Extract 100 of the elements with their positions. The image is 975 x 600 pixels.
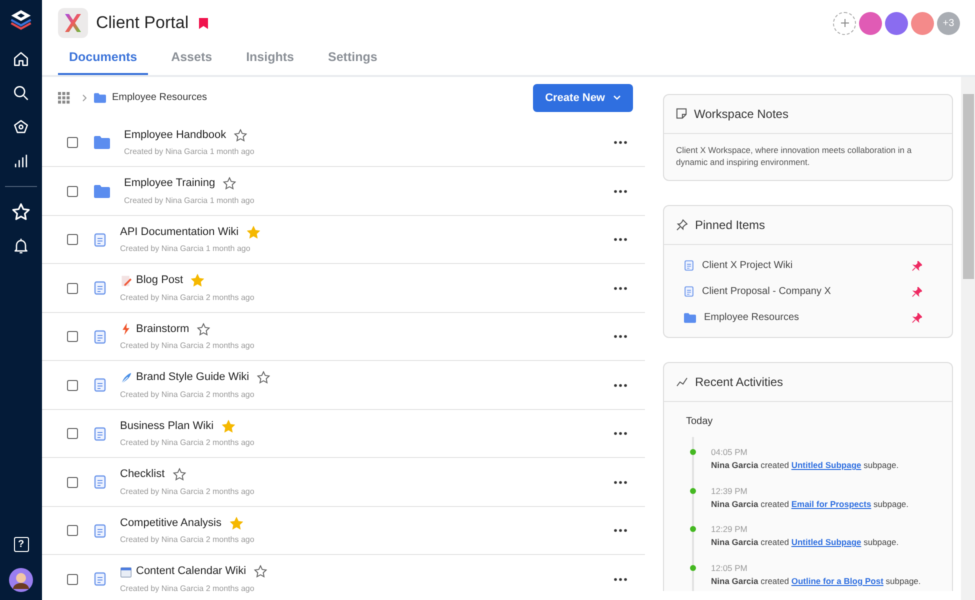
panel-title: Recent Activities bbox=[695, 374, 784, 392]
tab[interactable]: Documents bbox=[58, 42, 148, 75]
document-icon bbox=[94, 378, 106, 392]
star-icon[interactable] bbox=[254, 565, 268, 578]
more-options-icon[interactable] bbox=[614, 384, 627, 386]
more-options-icon[interactable] bbox=[614, 432, 627, 435]
document-meta: Created by Nina Garcia 1 month ago bbox=[120, 243, 252, 256]
pinned-item-link[interactable]: Client X Project Wiki bbox=[702, 258, 793, 274]
document-meta: Created by Nina Garcia 2 months ago bbox=[120, 437, 254, 450]
star-icon[interactable] bbox=[191, 274, 204, 287]
activity-text: Nina Garcia created Untitled Subpage subpage. bbox=[711, 536, 900, 549]
checkbox[interactable] bbox=[67, 380, 78, 390]
bookmark-icon[interactable] bbox=[198, 18, 208, 28]
subpage-link[interactable]: Untitled Subpage bbox=[791, 537, 862, 548]
checkbox[interactable] bbox=[67, 234, 78, 245]
search-icon[interactable] bbox=[12, 84, 30, 102]
star-icon[interactable] bbox=[246, 226, 260, 238]
note-icon bbox=[676, 108, 687, 120]
add-member-button[interactable] bbox=[833, 12, 856, 34]
document-meta: Created by Nina Garcia 2 months ago bbox=[120, 582, 256, 595]
network-icon[interactable] bbox=[12, 118, 30, 136]
checkbox[interactable] bbox=[67, 282, 78, 294]
document-meta: Created by Nina Garcia 2 months ago bbox=[120, 292, 254, 304]
more-options-icon[interactable] bbox=[614, 335, 627, 338]
star-icon[interactable] bbox=[257, 371, 270, 384]
more-options-icon[interactable] bbox=[614, 286, 627, 290]
star-icon[interactable] bbox=[234, 128, 248, 142]
checkbox[interactable] bbox=[67, 331, 78, 342]
document-meta: Created by Nina Garcia 2 months ago bbox=[120, 340, 254, 352]
lightning-bolt-icon bbox=[120, 323, 132, 335]
activity-line-icon bbox=[676, 377, 688, 388]
subpage-link[interactable]: Email for Prospects bbox=[791, 498, 872, 509]
help-button[interactable]: ? bbox=[14, 537, 28, 552]
checkbox[interactable] bbox=[67, 428, 78, 439]
document-title[interactable]: Competitive Analysis bbox=[120, 514, 222, 532]
checkbox[interactable] bbox=[67, 137, 78, 148]
document-icon bbox=[94, 475, 106, 489]
star-icon[interactable] bbox=[172, 468, 186, 481]
more-options-icon[interactable] bbox=[614, 238, 627, 241]
document-icon bbox=[94, 426, 106, 440]
x-letter-drawing bbox=[64, 13, 82, 33]
pushpin-icon[interactable] bbox=[912, 312, 922, 323]
pushpin-icon bbox=[676, 219, 688, 232]
bell-icon[interactable] bbox=[12, 237, 30, 255]
memo-pencil-icon bbox=[120, 274, 132, 286]
create-new-button[interactable]: Create New bbox=[533, 84, 633, 112]
document-meta: Created by Nina Garcia 2 months ago bbox=[120, 534, 254, 546]
pushpin-icon[interactable] bbox=[912, 260, 922, 271]
checkbox[interactable] bbox=[67, 525, 78, 536]
member-avatar[interactable] bbox=[859, 12, 882, 34]
checkbox[interactable] bbox=[67, 186, 78, 196]
document-title[interactable]: API Documentation Wiki bbox=[120, 224, 239, 240]
breadcrumb-link[interactable]: Employee Resources bbox=[112, 90, 208, 106]
user-avatar[interactable] bbox=[9, 568, 33, 592]
document-title[interactable]: Brainstorm bbox=[136, 320, 190, 338]
scrollbar[interactable] bbox=[961, 76, 975, 600]
grid-icon[interactable] bbox=[58, 92, 70, 104]
checkbox[interactable] bbox=[67, 574, 78, 584]
more-options-icon[interactable] bbox=[614, 190, 627, 192]
subpage-link[interactable]: Outline for a Blog Post bbox=[791, 576, 884, 586]
more-options-icon[interactable] bbox=[614, 480, 627, 484]
document-title[interactable]: Blog Post bbox=[136, 272, 184, 289]
activity-text: Nina Garcia created Untitled Subpage subpage. bbox=[711, 459, 900, 472]
star-icon[interactable] bbox=[222, 420, 235, 432]
more-options-icon[interactable] bbox=[614, 141, 627, 144]
subpage-link[interactable]: Untitled Subpage bbox=[791, 460, 862, 470]
star-icon[interactable] bbox=[223, 177, 236, 190]
document-title[interactable]: Employee Training bbox=[124, 175, 216, 192]
folder-icon bbox=[94, 136, 110, 149]
plus-icon bbox=[840, 19, 848, 27]
pushpin-icon[interactable] bbox=[912, 286, 922, 297]
chevron-down-icon bbox=[613, 95, 621, 100]
document-icon bbox=[684, 286, 694, 298]
document-title[interactable]: Checklist bbox=[120, 466, 165, 483]
more-options-icon[interactable] bbox=[614, 578, 627, 580]
day-heading: Today bbox=[686, 415, 714, 430]
home-icon[interactable] bbox=[12, 50, 30, 68]
document-icon bbox=[94, 572, 106, 586]
document-title[interactable]: Content Calendar Wiki bbox=[136, 563, 246, 580]
activity-time: 12:29 PM bbox=[711, 523, 748, 536]
bar-chart-icon[interactable] bbox=[12, 152, 30, 170]
more-options-icon[interactable] bbox=[614, 529, 627, 532]
panel-title: Pinned Items bbox=[695, 217, 766, 234]
timeline-dot bbox=[690, 526, 696, 532]
member-avatar[interactable] bbox=[885, 12, 908, 34]
pinned-item-link[interactable]: Employee Resources bbox=[704, 310, 800, 326]
document-icon bbox=[94, 524, 106, 538]
checkbox[interactable] bbox=[67, 476, 78, 488]
document-title[interactable]: Employee Handbook bbox=[124, 126, 226, 144]
document-title[interactable]: Business Plan Wiki bbox=[120, 418, 214, 434]
document-meta: Created by Nina Garcia 2 months ago bbox=[120, 388, 256, 401]
document-meta: Created by Nina Garcia 1 month ago bbox=[124, 146, 254, 158]
star-icon[interactable] bbox=[197, 322, 210, 336]
document-icon bbox=[684, 260, 694, 272]
pinned-item-link[interactable]: Client Proposal - Company X bbox=[702, 284, 831, 300]
activity-time: 12:05 PM bbox=[711, 562, 748, 575]
star-icon[interactable] bbox=[230, 516, 242, 530]
document-title[interactable]: Brand Style Guide Wiki bbox=[136, 369, 250, 386]
document-meta: Created by Nina Garcia 1 month ago bbox=[124, 194, 254, 207]
timeline-dot bbox=[690, 488, 696, 494]
